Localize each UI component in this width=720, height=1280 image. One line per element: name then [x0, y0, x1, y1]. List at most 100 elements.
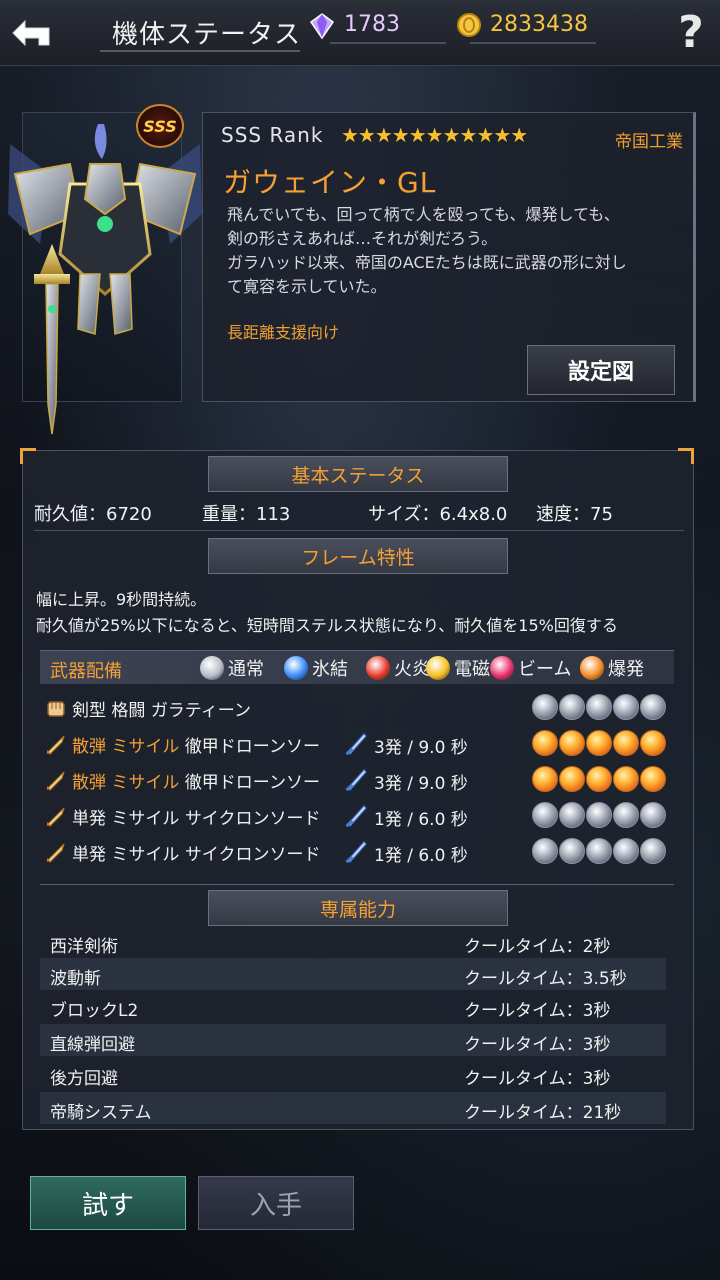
get-button[interactable]: 入手	[198, 1176, 354, 1230]
sword-icon	[345, 805, 367, 828]
explosive-element-icon	[613, 766, 639, 792]
desc-line: て寛容を示していた。	[227, 277, 387, 296]
ability-name: 波動斬	[50, 969, 101, 989]
ability-cooldown: クールタイム：3秒	[464, 1035, 611, 1055]
unit-name: ガウェイン・GL	[223, 166, 437, 199]
gem-icon	[309, 13, 335, 40]
element-orbs	[532, 694, 667, 720]
explosive-element-icon	[640, 730, 666, 756]
ability-cooldown: クールタイム：21秒	[464, 1103, 622, 1123]
element-icon	[200, 656, 224, 680]
weapon-row[interactable]: 散弾 ミサイル 徹甲ドローンソー 3発 / 9.0 秒	[40, 728, 674, 762]
missile-icon	[47, 735, 65, 755]
element-legend-item: 火炎	[366, 655, 430, 681]
normal-element-icon	[613, 838, 639, 864]
stat-size: サイズ：6.4x8.0	[368, 504, 508, 525]
gem-underline	[330, 42, 446, 44]
try-button[interactable]: 試す	[30, 1176, 186, 1230]
normal-element-icon	[640, 838, 666, 864]
element-icon	[284, 656, 308, 680]
rank-label: SSS Rank	[221, 123, 324, 147]
weapon-row[interactable]: 単発 ミサイル サイクロンソード 1発 / 6.0 秒	[40, 836, 674, 870]
ability-name: 直線弾回避	[50, 1035, 135, 1055]
ability-row: 波動斬 クールタイム：3.5秒	[40, 958, 666, 990]
frame-trait-text: 幅に上昇。9秒間持続。	[36, 590, 207, 609]
element-icon	[580, 656, 604, 680]
page-title: 機体ステータス	[112, 20, 302, 50]
missile-icon	[47, 843, 65, 863]
coin-count: 2833438	[490, 12, 588, 37]
ability-name: 後方回避	[50, 1069, 118, 1089]
ability-row: ブロックL2 クールタイム：3秒	[40, 990, 666, 1022]
normal-element-icon	[559, 694, 585, 720]
weapon-name: ガラティーン	[150, 701, 251, 721]
explosive-element-icon	[613, 730, 639, 756]
weapon-label: 剣型 格闘 ガラティーン	[72, 696, 251, 721]
weapon-fire-rate: 3発 / 9.0 秒	[374, 774, 468, 794]
sword-icon	[345, 733, 367, 756]
weapon-name: 徹甲ドローンソー	[184, 773, 320, 793]
stat-speed: 速度：75	[536, 504, 613, 525]
rank-badge: SSS	[136, 104, 184, 148]
weapon-name: サイクロンソード	[184, 809, 321, 829]
weapon-type: 単発 ミサイル	[72, 809, 180, 829]
weapon-type: 剣型 格闘	[72, 701, 146, 721]
element-orbs	[532, 766, 667, 792]
back-button[interactable]	[6, 8, 64, 58]
ability-name: ブロックL2	[50, 1001, 139, 1021]
coin-underline	[470, 42, 596, 44]
back-arrow-icon	[12, 19, 50, 47]
divider	[40, 884, 674, 885]
unit-description: 飛んでいても、回って柄で人を殴っても、爆発しても、 剣の形さえあれば…それが剣だ…	[227, 203, 687, 299]
weapon-label: 散弾 ミサイル 徹甲ドローンソー	[72, 732, 320, 757]
element-orbs	[532, 838, 667, 864]
element-label: 通常	[228, 659, 264, 680]
unit-role: 長距離支援向け	[227, 323, 340, 342]
blueprint-button[interactable]: 設定図	[527, 345, 675, 395]
manufacturer: 帝国工業	[615, 132, 683, 152]
explosive-element-icon	[586, 730, 612, 756]
ability-row: 後方回避 クールタイム：3秒	[40, 1058, 666, 1090]
divider	[34, 530, 684, 531]
explosive-element-icon	[559, 730, 585, 756]
ability-cooldown: クールタイム：3秒	[464, 1069, 611, 1089]
rank-stars: ★★★★★★★★★★★	[341, 123, 528, 147]
normal-element-icon	[532, 838, 558, 864]
weapon-row[interactable]: 剣型 格闘 ガラティーン	[40, 692, 674, 726]
weapon-row[interactable]: 散弾 ミサイル 徹甲ドローンソー 3発 / 9.0 秒	[40, 764, 674, 798]
missile-icon	[47, 771, 65, 791]
help-button[interactable]: ?	[668, 6, 714, 60]
sword-icon	[345, 841, 367, 864]
element-legend-item: 氷結	[284, 655, 348, 681]
ability-row: 西洋剣術 クールタイム：2秒	[40, 926, 666, 958]
element-label: 電磁	[454, 659, 490, 680]
element-legend-item: 通常	[200, 655, 264, 681]
weapon-label: 単発 ミサイル サイクロンソード	[72, 840, 320, 865]
title-underline	[100, 50, 300, 52]
element-label: ビーム	[518, 659, 572, 680]
gem-count: 1783	[344, 12, 400, 37]
normal-element-icon	[586, 694, 612, 720]
explosive-element-icon	[532, 766, 558, 792]
element-icon	[366, 656, 390, 680]
normal-element-icon	[532, 694, 558, 720]
explosive-element-icon	[559, 766, 585, 792]
weapon-type: 散弾 ミサイル	[72, 737, 180, 757]
weapon-fire-rate: 1発 / 6.0 秒	[374, 846, 468, 866]
normal-element-icon	[559, 838, 585, 864]
explosive-element-icon	[586, 766, 612, 792]
element-legend-item: 電磁	[426, 655, 490, 681]
normal-element-icon	[532, 802, 558, 828]
stat-weight: 重量：113	[202, 504, 291, 525]
missile-icon	[47, 807, 65, 827]
unit-info-panel: SSS Rank ★★★★★★★★★★★ 帝国工業 ガウェイン・GL 飛んでいて…	[202, 112, 696, 402]
mech-portrait	[8, 124, 202, 435]
ability-cooldown: クールタイム：3.5秒	[464, 969, 627, 989]
weapon-fire-rate: 3発 / 9.0 秒	[374, 738, 468, 758]
normal-element-icon	[559, 802, 585, 828]
explosive-element-icon	[640, 766, 666, 792]
element-icon	[426, 656, 450, 680]
weapon-row[interactable]: 単発 ミサイル サイクロンソード 1発 / 6.0 秒	[40, 800, 674, 834]
weapon-name: サイクロンソード	[184, 845, 321, 865]
panel-corner	[20, 448, 36, 464]
